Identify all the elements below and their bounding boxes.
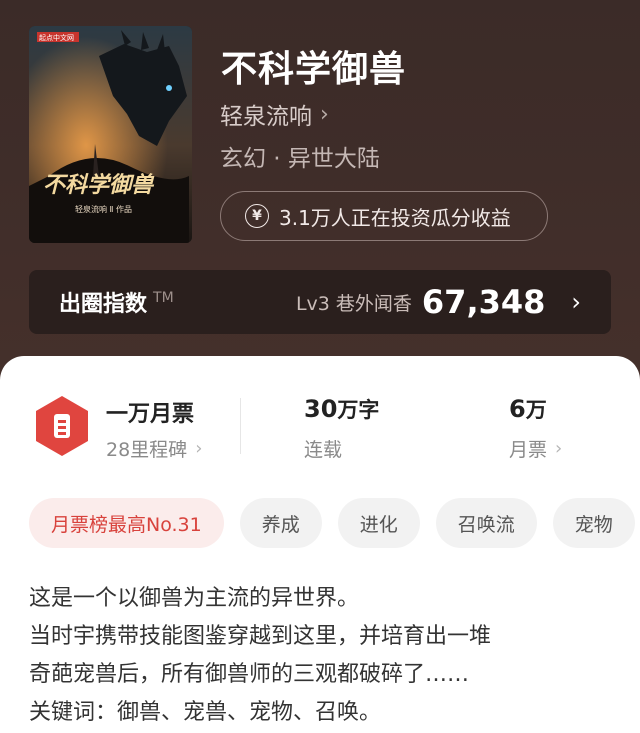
cover-art: 起点中文网 不科学御兽 轻泉流响 Ⅱ 作品 (29, 26, 192, 243)
popularity-index-bar[interactable]: 出圈指数 TM Lv3 巷外闻香 67,348 › (29, 270, 611, 334)
invest-button[interactable]: ¥ 3.1万人正在投资瓜分收益 (220, 191, 548, 241)
tag-chip[interactable]: 进化 (337, 498, 420, 548)
monthly-votes-link[interactable]: 月票 › (509, 435, 562, 462)
genre-label: 玄幻 · 异世大陆 (220, 146, 380, 172)
cover-byline: 轻泉流响 Ⅱ 作品 (75, 204, 132, 214)
index-level: Lv3 巷外闻香 (295, 292, 412, 315)
tag-list: 月票榜最高No.31 养成 进化 召唤流 宠物 (29, 498, 640, 548)
serial-status: 连载 (304, 439, 343, 461)
chevron-right-icon: › (555, 438, 563, 459)
monthly-votes: 6万 (509, 394, 547, 424)
index-right: Lv3 巷外闻香 67,348 › (296, 283, 581, 321)
book-header: 起点中文网 不科学御兽 轻泉流响 Ⅱ 作品 不科学御兽 轻泉流响 › 玄幻 · … (0, 0, 640, 380)
divider (240, 398, 241, 454)
tag-chip[interactable]: 养成 (239, 498, 322, 548)
chevron-right-icon: › (195, 438, 203, 459)
trademark-mark: TM (153, 290, 174, 306)
book-description: 这是一个以御兽为主流的异世界。 当时宇携带技能图鉴穿越到这里，并培育出一堆 奇葩… (29, 580, 619, 732)
author-name: 轻泉流响 (220, 104, 312, 130)
book-cover[interactable]: 起点中文网 不科学御兽 轻泉流响 Ⅱ 作品 (29, 26, 192, 243)
author-link[interactable]: 轻泉流响 › (220, 97, 329, 131)
index-value: 67,348 (421, 283, 546, 321)
description-line: 当时宇携带技能图鉴穿越到这里，并培育出一堆 (29, 624, 492, 649)
description-line: 奇葩宠兽后，所有御兽师的三观都破碎了…… (29, 662, 470, 687)
monthly-votes-unit: 万 (525, 398, 547, 422)
monthly-votes-label: 月票 (509, 439, 548, 461)
tag-chip[interactable]: 宠物 (552, 498, 635, 548)
chevron-right-icon: › (571, 288, 581, 316)
word-count: 30万字 (304, 394, 379, 424)
tag-chip[interactable]: 月票榜最高No.31 (29, 498, 224, 548)
word-count-value: 30 (304, 395, 338, 423)
word-count-unit: 万字 (337, 398, 380, 422)
index-label: 出圈指数 (59, 292, 148, 317)
monthly-ticket-icon (36, 396, 88, 456)
detail-sheet: 一万月票 28里程碑 › 30万字 连载 6万 月票 › 月票榜最高No.31 … (0, 356, 640, 733)
cover-title: 不科学御兽 (43, 172, 155, 198)
description-line: 关键词：御兽、宠兽、宠物、召唤。 (29, 700, 382, 725)
book-title: 不科学御兽 (221, 49, 407, 90)
monthly-votes-value: 6 (509, 395, 526, 423)
cover-publisher-badge: 起点中文网 (39, 33, 74, 42)
chevron-right-icon: › (320, 101, 329, 127)
tag-chip[interactable]: 召唤流 (435, 498, 537, 548)
milestone-text: 28里程碑 (106, 439, 188, 461)
yen-icon: ¥ (245, 204, 269, 228)
invest-text: 3.1万人正在投资瓜分收益 (279, 205, 511, 230)
stats-row: 一万月票 28里程碑 › 30万字 连载 6万 月票 › (0, 356, 640, 476)
milestone-link[interactable]: 28里程碑 › (106, 435, 202, 462)
description-line: 这是一个以御兽为主流的异世界。 (29, 586, 360, 611)
monthly-ticket-title[interactable]: 一万月票 (106, 396, 194, 428)
